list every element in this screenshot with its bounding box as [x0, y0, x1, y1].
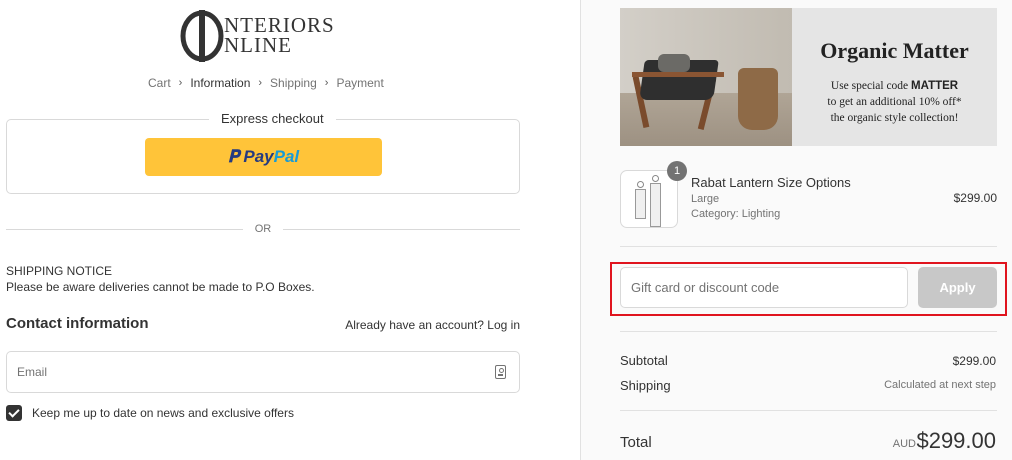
logo-line2: NLINE: [224, 33, 292, 57]
banner-copy: Organic Matter Use special code MATTER t…: [792, 8, 997, 146]
discount-code-input[interactable]: [621, 268, 907, 307]
paypal-label-pay: Pay: [243, 147, 274, 166]
lantern-ring: [637, 181, 644, 188]
lantern-small: [635, 189, 646, 219]
or-text: OR: [254, 223, 272, 235]
divider: [620, 246, 997, 247]
paypal-logo-icon: 𝐏: [227, 147, 240, 166]
paypal-button[interactable]: 𝐏 Pay Pal: [145, 138, 382, 176]
banner-line-3: the organic style collection!: [830, 112, 959, 124]
cart-line-item: 1 Rabat Lantern Size Options Large Categ…: [620, 161, 997, 228]
store-logo[interactable]: NTERIORS NLINE: [180, 8, 350, 64]
product-thumbnail: [620, 170, 678, 228]
product-variant: Large: [691, 193, 720, 205]
total-currency: AUD: [892, 438, 916, 450]
subtotal-value: $299.00: [952, 354, 996, 368]
chair-pillow: [658, 54, 690, 72]
breadcrumb-information: Information: [190, 76, 251, 90]
apply-discount-button[interactable]: Apply: [918, 267, 997, 308]
divider: [620, 331, 997, 332]
banner-line-1: Use special code MATTER: [792, 80, 997, 92]
chevron-right-icon: ›: [178, 77, 183, 89]
wooden-stool: [738, 68, 778, 130]
discount-field[interactable]: [620, 267, 908, 308]
product-name: Rabat Lantern Size Options: [691, 175, 851, 190]
divider-line: [6, 228, 243, 230]
promo-banner[interactable]: Organic Matter Use special code MATTER t…: [620, 8, 997, 146]
account-prompt: Already have an account? Log in: [345, 318, 520, 332]
breadcrumb-cart[interactable]: Cart: [148, 76, 171, 90]
product-price: $299.00: [953, 191, 997, 205]
or-divider: OR: [6, 222, 520, 236]
express-checkout: Express checkout 𝐏 Pay Pal: [6, 111, 520, 194]
email-field[interactable]: [6, 351, 520, 393]
lantern-ring: [652, 175, 659, 182]
email-input[interactable]: [7, 352, 519, 392]
divider-line: [283, 228, 520, 230]
breadcrumb: Cart › Information › Shipping › Payment: [148, 76, 384, 90]
newsletter-checkbox[interactable]: [6, 405, 22, 421]
banner-line-2: to get an additional 10% off*: [827, 96, 962, 108]
breadcrumb-payment: Payment: [336, 76, 384, 90]
chevron-right-icon: ›: [258, 77, 263, 89]
shipping-notice-title: SHIPPING NOTICE: [6, 264, 113, 278]
shipping-value: Calculated at next step: [884, 379, 996, 391]
account-prompt-text: Already have an account?: [345, 318, 484, 332]
shipping-label: Shipping: [620, 378, 671, 393]
chevron-right-icon: ›: [324, 77, 329, 89]
divider: [620, 410, 997, 411]
banner-line-1-text: Use special code: [830, 80, 909, 92]
banner-title: Organic Matter: [820, 38, 969, 63]
contact-card-icon[interactable]: [495, 365, 506, 379]
newsletter-label[interactable]: Keep me up to date on news and exclusive…: [32, 406, 294, 420]
order-summary: Organic Matter Use special code MATTER t…: [580, 0, 1012, 460]
total-label: Total: [620, 434, 652, 451]
lantern-large: [650, 183, 661, 227]
banner-photo-chair: [620, 8, 792, 146]
promo-code: MATTER: [911, 80, 959, 92]
contact-heading: Contact information: [6, 315, 149, 332]
checkout-main: NTERIORS NLINE Cart › Information › Ship…: [0, 0, 580, 460]
login-link[interactable]: Log in: [487, 318, 520, 332]
product-category: Category: Lighting: [691, 208, 781, 220]
breadcrumb-shipping: Shipping: [270, 76, 317, 90]
total-value: $299.00: [916, 428, 996, 453]
shipping-notice-text: Please be aware deliveries cannot be mad…: [6, 280, 315, 294]
chair-arm: [632, 72, 724, 77]
subtotal-label: Subtotal: [620, 353, 668, 368]
express-checkout-title: Express checkout: [209, 111, 336, 126]
paypal-label-pal: Pal: [273, 147, 300, 166]
quantity-badge: 1: [667, 161, 687, 181]
